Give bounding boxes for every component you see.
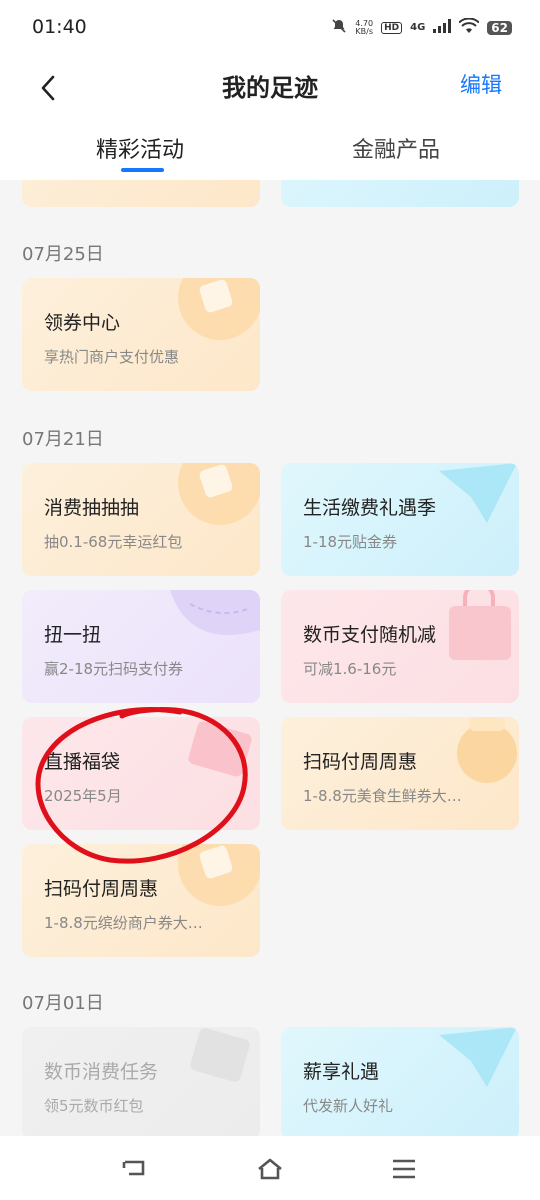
card-title: 扭一扭 [44, 624, 102, 646]
header: 我的足迹 编辑 [0, 58, 540, 122]
card-title: 直播福袋 [44, 751, 121, 773]
card-subtitle: 享热门商户支付优惠 [44, 348, 180, 366]
home-icon [258, 1158, 282, 1180]
tab-indicator [121, 168, 164, 172]
card-consume-draw[interactable]: 消费抽抽抽 抽0.1-68元幸运红包 [22, 463, 260, 576]
edit-button[interactable]: 编辑 [460, 69, 502, 99]
tab-bar: 精彩活动 金融产品 [0, 122, 540, 180]
section-date: 07月25日 [22, 244, 104, 265]
card-subtitle: 1-8.8元缤纷商户券大… [44, 914, 203, 932]
card-subtitle: 赢2-18元扫码支付券 [44, 660, 184, 678]
card-title: 扫码付周周惠 [44, 878, 159, 900]
card-partial-left[interactable] [22, 180, 260, 207]
tab-financial-products[interactable]: 金融产品 [352, 132, 440, 164]
card-title: 薪享礼遇 [303, 1061, 380, 1083]
card-subtitle: 1-8.8元美食生鲜券大… [303, 787, 462, 805]
back-icon [122, 1160, 145, 1176]
battery-indicator: 62 [487, 20, 512, 35]
card-scan-pay-weekly-merchant[interactable]: 扫码付周周惠 1-8.8元缤纷商户券大… [22, 844, 260, 957]
mute-icon [331, 18, 347, 37]
section-date: 07月01日 [22, 993, 104, 1014]
net-speed: 4.70 KB/s [355, 19, 373, 36]
card-coupon-center[interactable]: 领券中心 享热门商户支付优惠 [22, 278, 260, 391]
card-subtitle: 抽0.1-68元幸运红包 [44, 533, 183, 551]
card-subtitle: 2025年5月 [44, 787, 122, 805]
card-title: 数币支付随机减 [303, 624, 437, 646]
card-partial-right[interactable] [281, 180, 519, 207]
menu-icon [393, 1159, 415, 1179]
card-title: 消费抽抽抽 [44, 497, 140, 519]
card-live-lucky-bag[interactable]: 直播福袋 2025年5月 [22, 717, 260, 830]
tab-activities[interactable]: 精彩活动 [96, 132, 184, 164]
card-title: 生活缴费礼遇季 [303, 497, 437, 519]
network-type: 4G [410, 22, 426, 33]
card-scan-pay-weekly-food[interactable]: 扫码付周周惠 1-8.8元美食生鲜券大… [281, 717, 519, 830]
card-digital-currency-task[interactable]: 数币消费任务 领5元数币红包 [22, 1027, 260, 1136]
card-subtitle: 代发新人好礼 [303, 1097, 394, 1115]
capsule-icon [170, 590, 260, 635]
status-bar: 01:40 4.70 KB/s HD 4G 62 [0, 0, 540, 58]
hd-badge: HD [381, 21, 403, 34]
card-digital-currency-discount[interactable]: 数币支付随机减 可减1.6-16元 [281, 590, 519, 703]
card-salary-gift[interactable]: 薪享礼遇 代发新人好礼 [281, 1027, 519, 1136]
system-nav-bar [0, 1136, 540, 1200]
net-speed-unit: KB/s [355, 26, 373, 36]
footprint-list[interactable]: 07月25日 领券中心 享热门商户支付优惠 07月21日 消费抽抽抽 抽0.1-… [0, 180, 540, 1136]
nav-back-button[interactable] [116, 1154, 152, 1184]
wifi-icon [458, 17, 480, 37]
status-time: 01:40 [32, 16, 87, 38]
card-title: 数币消费任务 [44, 1061, 159, 1083]
card-subtitle: 领5元数币红包 [44, 1097, 144, 1115]
section-date: 07月21日 [22, 429, 104, 450]
signal-icon [433, 19, 452, 36]
card-twist[interactable]: 扭一扭 赢2-18元扫码支付券 [22, 590, 260, 703]
card-title: 领券中心 [44, 312, 121, 334]
nav-home-button[interactable] [252, 1154, 288, 1184]
card-subtitle: 1-18元贴金券 [303, 533, 398, 551]
nav-menu-button[interactable] [386, 1154, 422, 1184]
card-utility-payment[interactable]: 生活缴费礼遇季 1-18元贴金券 [281, 463, 519, 576]
card-title: 扫码付周周惠 [303, 751, 418, 773]
page-title: 我的足迹 [222, 74, 318, 102]
status-icons: 4.70 KB/s HD 4G 62 [331, 17, 512, 37]
card-subtitle: 可减1.6-16元 [303, 660, 397, 678]
